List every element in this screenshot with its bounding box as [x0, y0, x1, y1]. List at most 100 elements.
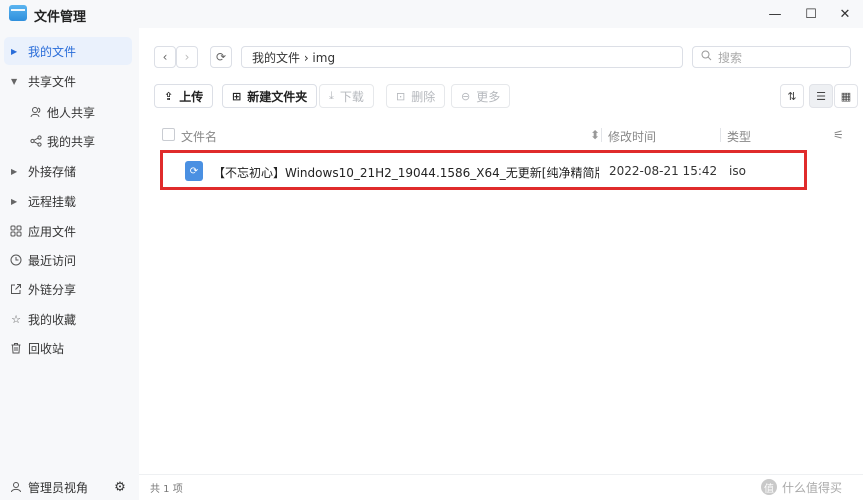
admin-view-toggle[interactable]: 管理员视角: [4, 474, 104, 500]
caret-right-icon: ▶: [11, 196, 18, 206]
select-all-checkbox[interactable]: [162, 128, 175, 141]
sidebar-item-external-share[interactable]: 外链分享: [4, 275, 132, 303]
watermark-text: 什么值得买: [782, 480, 843, 495]
clock-icon: [9, 253, 23, 267]
new-folder-icon: ⊞: [232, 89, 242, 103]
share-icon: [29, 134, 43, 148]
sidebar-item-recent[interactable]: 最近访问: [4, 246, 132, 274]
column-header-name[interactable]: 文件名: [181, 128, 217, 145]
minimize-icon: —: [768, 6, 782, 22]
file-name: 【不忘初心】Windows10_21H2_19044.1586_X64_无更新[…: [213, 166, 599, 180]
sidebar-item-label: 回收站: [28, 341, 65, 356]
column-divider: [601, 128, 602, 142]
back-button[interactable]: ‹: [154, 46, 176, 68]
sidebar-item-label: 他人共享: [47, 105, 96, 120]
upload-icon: ⇪: [164, 89, 174, 103]
search-placeholder: 搜索: [718, 50, 743, 65]
sidebar-item-label: 共享文件: [28, 74, 77, 89]
apps-icon: [9, 224, 23, 238]
sidebar-item-label: 远程挂载: [28, 194, 77, 209]
sidebar-item-external-storage[interactable]: ▶ 外接存储: [4, 157, 132, 185]
column-header-modified[interactable]: 修改时间: [608, 128, 656, 145]
external-link-icon: [9, 282, 23, 296]
maximize-icon: ☐: [805, 6, 817, 22]
column-settings-icon[interactable]: ⚟: [833, 128, 844, 142]
close-button[interactable]: ✕: [834, 4, 856, 24]
minimize-button[interactable]: —: [764, 4, 786, 24]
download-label: 下载: [339, 89, 364, 104]
search-icon: [701, 50, 712, 64]
sidebar-item-app-files[interactable]: 应用文件: [4, 217, 132, 245]
sort-indicator-icon[interactable]: ⬍: [590, 128, 600, 142]
forward-button[interactable]: ›: [176, 46, 198, 68]
refresh-button[interactable]: ⟳: [210, 46, 232, 68]
upload-label: 上传: [179, 89, 204, 104]
window-title: 文件管理: [34, 10, 87, 25]
admin-view-label: 管理员视角: [28, 480, 89, 495]
chevron-left-icon: ‹: [162, 50, 168, 64]
search-input[interactable]: 搜索: [692, 46, 851, 68]
delete-label: 删除: [411, 89, 436, 104]
download-icon: ⤓: [329, 89, 334, 102]
star-icon: ☆: [11, 312, 21, 326]
trash-icon: [9, 341, 23, 355]
sidebar-item-label: 最近访问: [28, 253, 77, 268]
gear-icon: ⚙: [114, 479, 126, 495]
sidebar-item-label: 我的文件: [28, 44, 77, 59]
more-button[interactable]: ⊖ 更多: [451, 84, 511, 108]
sidebar-item-remote-mount[interactable]: ▶ 远程挂载: [4, 187, 132, 215]
iso-file-icon: ⟳: [185, 161, 203, 181]
sort-icon: ⇅: [787, 89, 797, 103]
sidebar-item-label: 外接存储: [28, 164, 77, 179]
user-icon: [9, 480, 23, 494]
sidebar-item-label: 我的共享: [47, 134, 96, 149]
breadcrumb: 我的文件 › img: [252, 50, 336, 65]
folder-app-icon: [9, 5, 27, 21]
sort-button[interactable]: ⇅: [780, 84, 804, 108]
more-label: 更多: [476, 89, 501, 104]
caret-right-icon: ▶: [11, 166, 18, 176]
list-view-icon: ☰: [816, 89, 826, 103]
sidebar-item-label: 我的收藏: [28, 312, 77, 327]
watermark: 值 什么值得买: [761, 474, 842, 500]
close-icon: ✕: [839, 6, 851, 22]
status-bar: 共 1 项: [139, 474, 863, 500]
new-folder-label: 新建文件夹: [247, 89, 308, 104]
file-type: iso: [729, 164, 746, 178]
settings-button[interactable]: ⚙: [109, 477, 131, 497]
list-view-button[interactable]: ☰: [809, 84, 833, 108]
sidebar-item-recycle-bin[interactable]: 回收站: [4, 334, 132, 362]
delete-button[interactable]: ⊡ 删除: [386, 84, 446, 108]
more-icon: ⊖: [461, 89, 471, 103]
sidebar-item-shared-files[interactable]: ▼ 共享文件: [4, 67, 132, 95]
file-modified: 2022-08-21 15:42: [609, 164, 718, 178]
download-button[interactable]: ⤓ 下载: [319, 84, 374, 108]
grid-view-button[interactable]: ▦: [834, 84, 858, 108]
chevron-right-icon: ›: [184, 50, 190, 64]
sidebar: ▶ 我的文件 ▼ 共享文件 他人共享 我的共享 ▶ 外接存储 ▶ 远程挂载 应用…: [0, 28, 139, 500]
sidebar-footer: 管理员视角 ⚙: [0, 474, 139, 500]
new-folder-button[interactable]: ⊞ 新建文件夹: [222, 84, 318, 108]
column-header-type[interactable]: 类型: [727, 128, 751, 145]
sidebar-item-label: 应用文件: [28, 224, 77, 239]
item-count: 共 1 项: [150, 484, 183, 495]
watermark-badge: 值: [761, 479, 777, 495]
sidebar-item-my-shares[interactable]: 我的共享: [4, 127, 132, 155]
grid-view-icon: ▦: [840, 89, 852, 103]
sidebar-item-favorites[interactable]: ☆ 我的收藏: [4, 305, 132, 333]
refresh-icon: ⟳: [215, 50, 227, 64]
sidebar-item-label: 外链分享: [28, 282, 77, 297]
trash-icon: ⊡: [396, 89, 406, 103]
sidebar-item-others-shared[interactable]: 他人共享: [4, 98, 132, 126]
upload-button[interactable]: ⇪ 上传: [154, 84, 214, 108]
table-row[interactable]: ⟳ 【不忘初心】Windows10_21H2_19044.1586_X64_无更…: [160, 150, 807, 190]
caret-down-icon: ▼: [11, 76, 18, 86]
path-breadcrumb[interactable]: 我的文件 › img: [241, 46, 683, 68]
sidebar-item-my-files[interactable]: ▶ 我的文件: [4, 37, 132, 65]
title-bar: 文件管理 — ☐ ✕: [0, 0, 863, 28]
maximize-button[interactable]: ☐: [800, 4, 822, 24]
main-panel: ‹ › ⟳ 我的文件 › img 搜索 ⇪ 上传 ⊞ 新建文件夹 ⤓ 下载 ⊡ …: [139, 28, 863, 500]
column-divider: [720, 128, 721, 142]
caret-right-icon: ▶: [11, 46, 18, 56]
users-icon: [29, 105, 43, 119]
